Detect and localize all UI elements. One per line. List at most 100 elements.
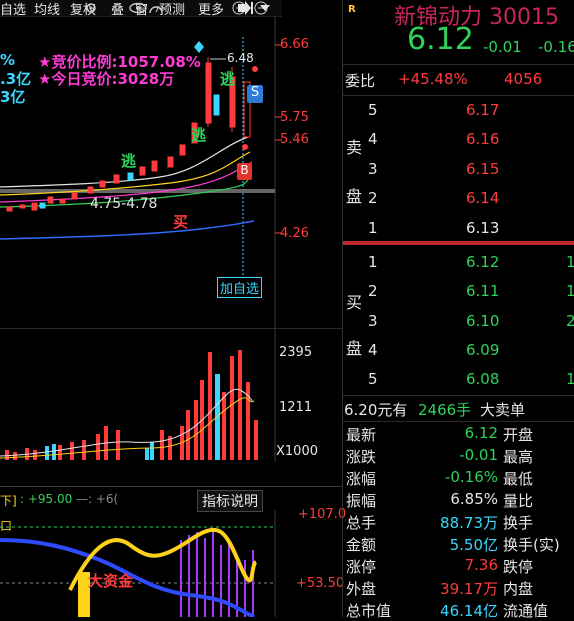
stat-label: 最新 [346,426,377,444]
indicator-divider [0,486,343,487]
bid-ask-divider [343,241,574,245]
stock-price: 6.12 [407,22,474,57]
dropdown-icon[interactable] [259,3,271,13]
indicator-value-2: —: +6( [76,492,119,506]
stat-value: 88.73万 [440,514,498,532]
buy-level-3: 3 [368,312,378,330]
stat-value: 46.14亿 [440,602,498,620]
price-level-bottom: 4.26 [280,226,309,241]
order-ratio-value: +45.48% [398,70,468,88]
sell-level-5: 5 [368,101,378,119]
stat-label: 涨幅 [346,470,377,488]
volume-level-mid: 1211 [279,400,313,415]
buy-price-3[interactable]: 6.10 [466,312,499,330]
eye-icon[interactable] [128,2,148,14]
indicator-help-button[interactable]: 指标说明 [197,490,263,512]
signal-buy: 买 [173,213,189,231]
legend-fragment-1: % [0,51,16,69]
signal-escape-2: 逃 [191,126,207,144]
toolbar-item-watchlist[interactable]: 自选 [0,0,26,18]
gear-icon[interactable] [84,1,98,15]
sell-side-label-2: 盘 [346,187,363,206]
buy-badge: B [237,163,252,180]
stat-label: 涨停 [346,558,377,576]
buy-level-4: 4 [368,341,378,359]
dial-icon[interactable] [148,1,164,15]
sell-price-5[interactable]: 6.17 [466,101,499,119]
buy-price-4[interactable]: 6.09 [466,341,499,359]
price-level-2: 5.75 [280,110,309,125]
buy-level-1: 1 [368,253,378,271]
sell-price-2[interactable]: 6.14 [466,189,499,207]
stat-label: 金额 [346,536,377,554]
stat-label-secondary: 跌停 [503,558,534,576]
stat-value: 39.17万 [440,580,498,598]
stock-change-pct: -0.16 [538,38,574,56]
sell-side-label-1: 卖 [346,138,363,157]
auction-amount: ★今日竞价:3028万 [38,70,175,88]
sell-price-4[interactable]: 6.16 [466,130,499,148]
price-level-3: 5.46 [280,132,309,147]
stat-label: 总手 [346,514,377,532]
buy-level-5: 5 [368,370,378,388]
buy-qty-1: 1 [566,253,574,271]
sell-level-3: 3 [368,160,378,178]
indicator-chart [0,510,276,617]
expand-icon[interactable] [236,0,254,16]
buy-side-label-1: 买 [346,293,363,312]
volume-chart [0,330,276,462]
buy-qty-3: 2 [566,312,574,330]
buy-qty-5: 1 [566,370,574,388]
stat-label-secondary: 最高 [503,448,534,466]
stat-label-secondary: 内盘 [503,580,534,598]
indicator-header: 下] [0,494,17,508]
buy-level-2: 2 [368,282,378,300]
big-fund-tag: 大资金 [88,572,134,590]
buy-price-2[interactable]: 6.11 [466,282,499,300]
price-level-top: 6.66 [280,37,309,52]
big-order-price: 6.20元有 [344,401,408,419]
volume-level-high: 2395 [279,345,313,360]
range-label: 4.75-4.78 [90,196,158,212]
stat-label: 涨跌 [346,448,377,466]
add-watchlist-button[interactable]: 加自选 [217,277,263,298]
sell-level-4: 4 [368,130,378,148]
stat-label-secondary: 流通值 [503,602,549,620]
stat-value: 7.36 [464,556,498,574]
sell-price-3[interactable]: 6.15 [466,160,499,178]
buy-qty-2: 1 [566,282,574,300]
stat-label-secondary: 换手 [503,514,534,532]
buy-price-5[interactable]: 6.08 [466,370,499,388]
stat-label: 外盘 [346,580,377,598]
stat-label: 总市值 [346,602,392,620]
stat-label-secondary: 开盘 [503,426,534,444]
panel-divider [0,328,343,329]
sell-level-2: 2 [368,189,378,207]
toolbar-item-ma[interactable]: 均线 [34,0,60,18]
order-ratio-label: 委比 [345,72,376,90]
stat-value: 5.50亿 [449,536,498,554]
toolbar-item-overlay[interactable]: 叠 [111,0,124,18]
volume-unit: X1000 [276,444,318,459]
buy-price-1[interactable]: 6.12 [466,253,499,271]
legend-fragment-3: 3亿 [0,88,26,106]
peak-price-label: 6.48 [227,51,254,65]
stat-label: 振幅 [346,492,377,510]
indicator-level-high: +107.0 [298,507,347,522]
signal-escape-1: 逃 [121,152,137,170]
stat-label-secondary: 量比 [503,492,534,510]
stat-value: -0.01 [459,446,498,464]
panel-separator [342,0,343,617]
toolbar-item-more[interactable]: 更多 [198,0,224,18]
buy-side-label-2: 盘 [346,339,363,358]
signal-escape-3: 逃 [220,70,236,88]
big-order-type: 大卖单 [480,401,526,419]
stat-value: 6.12 [464,424,498,442]
stat-value: 6.85% [450,490,498,508]
indicator-level-mid: +53.50 [296,576,345,591]
sell-price-1[interactable]: 6.13 [466,219,499,237]
sell-badge: S [247,85,263,103]
big-order-qty: 2466手 [418,401,472,419]
order-ratio-diff: 4056 [504,70,543,88]
sell-level-1: 1 [368,219,378,237]
